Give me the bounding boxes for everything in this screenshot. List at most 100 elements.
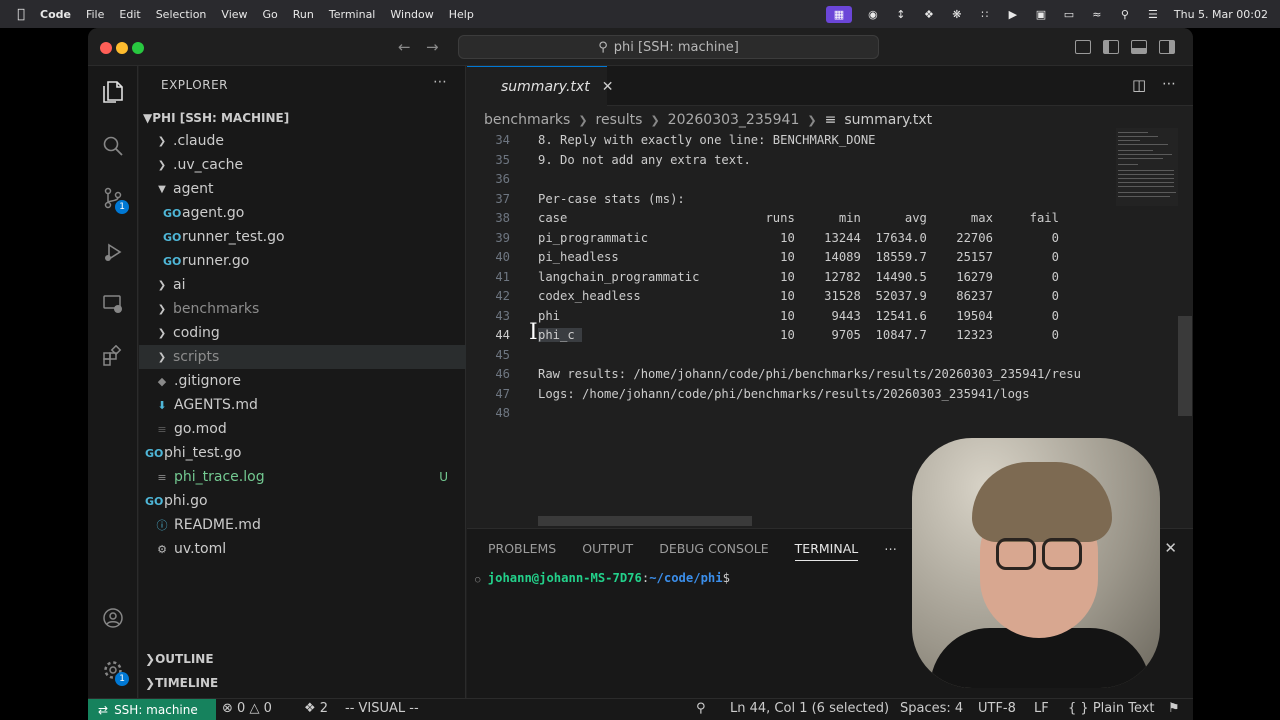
menu-terminal[interactable]: Terminal	[329, 8, 376, 21]
tree-item-agents-md[interactable]: ⬇ AGENTS.md	[139, 393, 466, 417]
vertical-scrollbar[interactable]	[1178, 316, 1192, 416]
tree-item-phi-go[interactable]: GO phi.go	[139, 489, 466, 513]
tree-item-label: phi.go	[164, 493, 208, 509]
transfer-icon[interactable]: ↕	[894, 8, 908, 21]
tree-item-coding[interactable]: ❯ coding	[139, 321, 466, 345]
tree-item-phi-test-go[interactable]: GO phi_test.go	[139, 441, 466, 465]
tab-output[interactable]: OUTPUT	[582, 541, 633, 561]
error-count: 0	[237, 701, 246, 716]
play-icon[interactable]: ▶	[1006, 8, 1020, 21]
breadcrumb-item[interactable]: 20260303_235941	[668, 112, 800, 128]
extensions-icon[interactable]	[101, 344, 125, 368]
accounts-icon[interactable]	[101, 606, 125, 630]
zoom-icon[interactable]: ⚲	[696, 701, 706, 716]
wifi-icon[interactable]: ≈	[1090, 8, 1104, 21]
tab-problems[interactable]: PROBLEMS	[488, 541, 556, 561]
menu-selection[interactable]: Selection	[156, 8, 207, 21]
manage-gear-icon[interactable]: 1	[101, 658, 129, 686]
tree-item-uv-toml[interactable]: ⚙ uv.toml	[139, 537, 466, 561]
toggle-panel-icon[interactable]	[1131, 40, 1147, 54]
outline-section[interactable]: ❯ OUTLINE	[139, 648, 466, 670]
end-of-line[interactable]: LF	[1034, 701, 1049, 716]
editor-tabs: summary.txt ✕ ◫ ⋯	[467, 66, 1193, 106]
run-debug-icon[interactable]	[101, 240, 125, 264]
back-arrow-icon[interactable]: ←	[398, 38, 411, 56]
terminal[interactable]: ○ johann@johann-MS-7D76:~/code/phi$	[475, 571, 730, 585]
tab-summary-txt[interactable]: summary.txt ✕	[467, 66, 613, 106]
menu-help[interactable]: Help	[449, 8, 474, 21]
editor-more-actions-icon[interactable]: ⋯	[1162, 76, 1176, 92]
menu-view[interactable]: View	[221, 8, 247, 21]
workspace-root-folder[interactable]: ▼ PHI [SSH: MACHINE]	[139, 107, 466, 129]
dropbox-icon[interactable]: ❖	[922, 8, 936, 21]
tab-terminal[interactable]: TERMINAL	[794, 541, 859, 561]
cursor-position[interactable]: Ln 44, Col 1 (6 selected)	[730, 701, 889, 716]
close-panel-icon[interactable]: ✕	[1164, 539, 1177, 557]
notifications-bell-icon[interactable]: ⚑	[1168, 701, 1180, 716]
close-window-button[interactable]	[100, 42, 112, 54]
problems-status[interactable]: ⊗ 0 △ 0	[222, 701, 272, 716]
openai-icon[interactable]: ❋	[950, 8, 964, 21]
horizontal-scrollbar[interactable]	[538, 516, 752, 526]
tree-item-benchmarks[interactable]: ❯ benchmarks	[139, 297, 466, 321]
menu-go[interactable]: Go	[263, 8, 278, 21]
screen-record-icon[interactable]: ▦	[825, 5, 852, 23]
menu-app[interactable]: Code	[40, 8, 71, 21]
tree-item-claude[interactable]: ❯ .claude	[139, 129, 466, 153]
panel-more-icon[interactable]: ⋯	[884, 541, 897, 561]
grid-icon[interactable]: ∷	[978, 8, 992, 21]
tree-item-go-mod[interactable]: ≡ go.mod	[139, 417, 466, 441]
ports-status[interactable]: ❖ 2	[304, 701, 328, 716]
search-view-icon[interactable]	[101, 134, 125, 158]
breadcrumb-item[interactable]: summary.txt	[844, 112, 932, 128]
forward-arrow-icon[interactable]: →	[426, 38, 439, 56]
breadcrumb-item[interactable]: benchmarks	[484, 112, 570, 128]
tree-item-agent[interactable]: ▼ agent	[139, 177, 466, 201]
minimap[interactable]	[1116, 128, 1178, 206]
menu-edit[interactable]: Edit	[119, 8, 140, 21]
encoding[interactable]: UTF-8	[978, 701, 1016, 716]
menubar-clock[interactable]: Thu 5. Mar 00:02	[1174, 8, 1268, 21]
close-icon[interactable]: ✕	[602, 79, 614, 95]
car-icon[interactable]: ▣	[1034, 8, 1048, 21]
menu-file[interactable]: File	[86, 8, 104, 21]
line-number: 37	[495, 192, 510, 206]
record-status-icon[interactable]: ◉	[866, 8, 880, 21]
line-number: 46	[495, 367, 510, 381]
split-editor-icon[interactable]: ◫	[1132, 76, 1146, 94]
minimize-window-button[interactable]	[116, 42, 128, 54]
toggle-secondary-sidebar-icon[interactable]	[1159, 40, 1175, 54]
tree-item-gitignore[interactable]: ◆ .gitignore	[139, 369, 466, 393]
toggle-primary-sidebar-icon[interactable]	[1103, 40, 1119, 54]
code-line: phi 10 9443 12541.6 19504 0	[538, 309, 1059, 323]
tree-item-runner-test-go[interactable]: GO runner_test.go	[139, 225, 466, 249]
remote-explorer-icon[interactable]	[101, 292, 125, 316]
indentation[interactable]: Spaces: 4	[900, 701, 963, 716]
customize-layout-icon[interactable]	[1075, 40, 1091, 54]
tree-item-readme-md[interactable]: ⓘ README.md	[139, 513, 466, 537]
apple-logo-icon[interactable]: 	[12, 7, 30, 22]
maximize-window-button[interactable]	[132, 42, 144, 54]
spotlight-search-icon[interactable]: ⚲	[1118, 8, 1132, 21]
info-icon: ⓘ	[156, 519, 168, 532]
line-number: 36	[495, 172, 510, 186]
explorer-more-actions-icon[interactable]: ⋯	[433, 74, 447, 90]
menu-run[interactable]: Run	[293, 8, 314, 21]
command-center-search[interactable]: ⚲ phi [SSH: machine]	[458, 35, 879, 59]
remote-indicator[interactable]: ⇄ SSH: machine	[88, 699, 216, 720]
language-mode[interactable]: { } Plain Text	[1068, 701, 1155, 716]
breadcrumb-item[interactable]: results	[596, 112, 643, 128]
explorer-files-icon[interactable]	[101, 80, 125, 104]
battery-icon[interactable]: ▭	[1062, 8, 1076, 21]
menu-window[interactable]: Window	[390, 8, 433, 21]
control-center-icon[interactable]: ☰	[1146, 8, 1160, 21]
tree-item-phi-trace-log[interactable]: ≡ phi_trace.log U	[139, 465, 466, 489]
tree-item-uv-cache[interactable]: ❯ .uv_cache	[139, 153, 466, 177]
tree-item-agent-go[interactable]: GO agent.go	[139, 201, 466, 225]
tree-item-ai[interactable]: ❯ ai	[139, 273, 466, 297]
tab-debug-console[interactable]: DEBUG CONSOLE	[659, 541, 768, 561]
source-control-icon[interactable]: 1	[101, 186, 129, 214]
tree-item-runner-go[interactable]: GO runner.go	[139, 249, 466, 273]
tree-item-scripts[interactable]: ❯ scripts	[139, 345, 466, 369]
timeline-section[interactable]: ❯ TIMELINE	[139, 672, 466, 694]
